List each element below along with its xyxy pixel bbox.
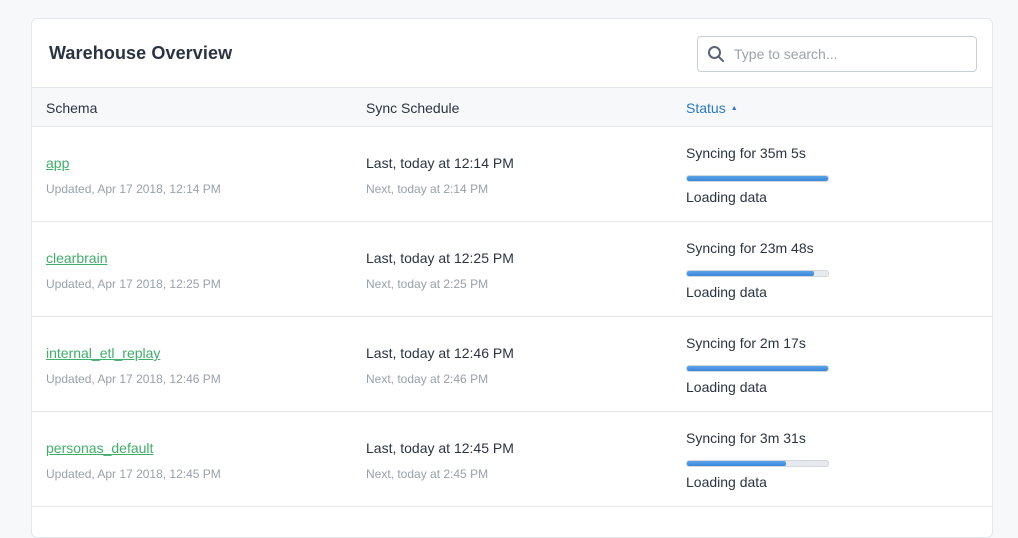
- sync-next-time: Next, today at 2:45 PM: [366, 467, 489, 481]
- schema-link[interactable]: clearbrain: [46, 250, 107, 266]
- column-header-status-label: Status: [686, 100, 726, 116]
- schema-link[interactable]: personas_default: [46, 440, 153, 456]
- sync-last-time: Last, today at 12:14 PM: [366, 155, 514, 171]
- search-input[interactable]: [734, 39, 964, 69]
- status-text: Syncing for 3m 31s: [686, 430, 806, 446]
- page-title: Warehouse Overview: [49, 43, 233, 63]
- table-body: app Updated, Apr 17 2018, 12:14 PM Last,…: [32, 127, 992, 507]
- sync-next-time: Next, today at 2:25 PM: [366, 277, 489, 291]
- sync-progress-fill: [687, 271, 814, 276]
- schema-updated-time: Updated, Apr 17 2018, 12:46 PM: [46, 372, 221, 386]
- sync-last-time: Last, today at 12:25 PM: [366, 250, 514, 266]
- status-text: Syncing for 23m 48s: [686, 240, 814, 256]
- sync-next-time: Next, today at 2:14 PM: [366, 182, 489, 196]
- table-row: internal_etl_replay Updated, Apr 17 2018…: [32, 317, 992, 412]
- schema-updated-time: Updated, Apr 17 2018, 12:45 PM: [46, 467, 221, 481]
- warehouse-overview-card: Warehouse Overview Schema Sync Schedule …: [31, 18, 993, 538]
- sync-progress-bar: [686, 460, 829, 467]
- sync-progress-bar: [686, 175, 829, 182]
- sync-progress-bar: [686, 365, 829, 372]
- search-box[interactable]: [697, 36, 977, 72]
- schema-updated-time: Updated, Apr 17 2018, 12:25 PM: [46, 277, 221, 291]
- sync-progress-fill: [687, 366, 828, 371]
- table-row: app Updated, Apr 17 2018, 12:14 PM Last,…: [32, 127, 992, 222]
- status-substatus: Loading data: [686, 189, 767, 205]
- sync-progress-fill: [687, 176, 828, 181]
- table-row: personas_default Updated, Apr 17 2018, 1…: [32, 412, 992, 507]
- status-substatus: Loading data: [686, 379, 767, 395]
- schema-updated-time: Updated, Apr 17 2018, 12:14 PM: [46, 182, 221, 196]
- schema-link[interactable]: internal_etl_replay: [46, 345, 160, 361]
- card-header: Warehouse Overview: [32, 19, 992, 88]
- sync-progress-bar: [686, 270, 829, 277]
- column-header-schema[interactable]: Schema: [46, 100, 97, 116]
- column-header-status[interactable]: Status ▲: [686, 100, 738, 116]
- status-substatus: Loading data: [686, 474, 767, 490]
- status-text: Syncing for 35m 5s: [686, 145, 806, 161]
- sort-ascending-icon: ▲: [730, 104, 738, 112]
- table-row: clearbrain Updated, Apr 17 2018, 12:25 P…: [32, 222, 992, 317]
- search-icon: [698, 37, 734, 71]
- schema-link[interactable]: app: [46, 155, 69, 171]
- sync-last-time: Last, today at 12:45 PM: [366, 440, 514, 456]
- column-header-sync-schedule[interactable]: Sync Schedule: [366, 100, 459, 116]
- sync-next-time: Next, today at 2:46 PM: [366, 372, 489, 386]
- status-substatus: Loading data: [686, 284, 767, 300]
- sync-last-time: Last, today at 12:46 PM: [366, 345, 514, 361]
- status-text: Syncing for 2m 17s: [686, 335, 806, 351]
- table-header: Schema Sync Schedule Status ▲: [32, 88, 992, 127]
- sync-progress-fill: [687, 461, 786, 466]
